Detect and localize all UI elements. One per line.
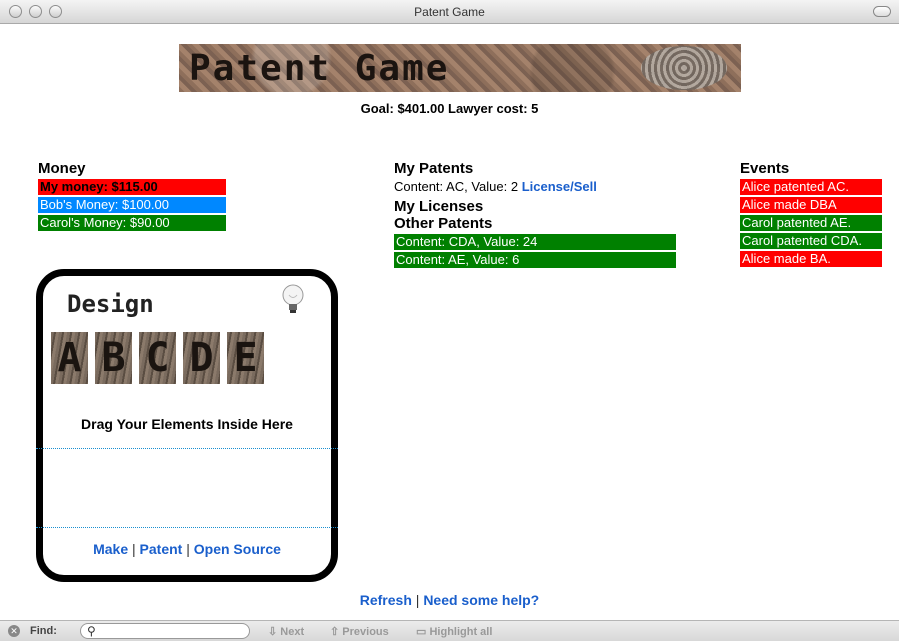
design-panel: Design A B C D E Drag Your Elements Insi… <box>36 269 338 582</box>
patent-link[interactable]: Patent <box>140 541 183 557</box>
my-patents-heading: My Patents <box>394 160 474 177</box>
separator: | <box>415 592 420 608</box>
event-item: Alice made BA. <box>740 251 882 267</box>
find-label: Find: <box>30 625 57 637</box>
events-heading: Events <box>740 160 790 177</box>
separator: | <box>186 541 190 557</box>
search-icon: ⚲ <box>87 624 96 638</box>
highlight-icon: ▭ <box>416 626 427 638</box>
design-title: Design <box>67 290 154 318</box>
my-licenses-heading: My Licenses <box>394 198 484 215</box>
element-tile-e[interactable]: E <box>227 332 264 384</box>
highlight-all-button[interactable]: ▭ Highlight all <box>416 625 492 638</box>
lightbulb-icon[interactable] <box>279 282 307 318</box>
down-arrow-icon: ⇩ <box>268 626 278 638</box>
window-title: Patent Game <box>414 5 485 19</box>
element-tile-a[interactable]: A <box>51 332 88 384</box>
up-arrow-icon: ⇧ <box>330 626 340 638</box>
event-item: Alice made DBA <box>740 197 882 213</box>
money-heading: Money <box>38 160 86 177</box>
element-tiles: A B C D E <box>51 332 264 384</box>
help-link[interactable]: Need some help? <box>423 592 539 608</box>
event-item: Carol patented CDA. <box>740 233 882 249</box>
refresh-link[interactable]: Refresh <box>360 592 412 608</box>
event-item: Alice patented AC. <box>740 179 882 195</box>
other-patent-item[interactable]: Content: AE, Value: 6 <box>394 252 676 268</box>
design-drop-zone[interactable] <box>36 448 338 528</box>
find-bar: ✕ Find: ⚲ ⇩ Next ⇧ Previous ▭ Highlight … <box>0 620 899 641</box>
open-source-link[interactable]: Open Source <box>194 541 281 557</box>
separator: | <box>132 541 136 557</box>
other-patent-item[interactable]: Content: CDA, Value: 24 <box>394 234 676 250</box>
find-previous-label: Previous <box>342 626 389 638</box>
find-next-label: Next <box>280 626 305 638</box>
banner-title: Patent Game <box>189 48 450 89</box>
element-tile-d[interactable]: D <box>183 332 220 384</box>
find-previous-button[interactable]: ⇧ Previous <box>330 625 389 638</box>
money-panel: Money My money: $115.00 Bob's Money: $10… <box>38 160 226 231</box>
toolbar-toggle-button[interactable] <box>873 6 891 17</box>
design-actions: Make | Patent | Open Source <box>43 541 331 557</box>
event-item: Carol patented AE. <box>740 215 882 231</box>
element-tile-b[interactable]: B <box>95 332 132 384</box>
bob-money-bar: Bob's Money: $100.00 <box>38 197 226 213</box>
bottom-links: Refresh | Need some help? <box>0 592 899 608</box>
close-find-icon[interactable]: ✕ <box>8 625 20 637</box>
find-input[interactable]: ⚲ <box>80 623 250 639</box>
make-link[interactable]: Make <box>93 541 128 557</box>
license-sell-link[interactable]: License/Sell <box>522 179 597 194</box>
my-money-bar: My money: $115.00 <box>38 179 226 195</box>
my-patent-text: Content: AC, Value: 2 <box>394 179 519 194</box>
other-patents-heading: Other Patents <box>394 215 493 232</box>
goal-line: Goal: $401.00 Lawyer cost: 5 <box>360 101 539 116</box>
spiral-decoration-icon <box>641 46 727 90</box>
highlight-all-label: Highlight all <box>429 626 493 638</box>
window-titlebar: Patent Game <box>0 0 899 24</box>
find-next-button[interactable]: ⇩ Next <box>268 625 304 638</box>
game-banner: Patent Game <box>179 44 741 92</box>
carol-money-bar: Carol's Money: $90.00 <box>38 215 226 231</box>
element-tile-c[interactable]: C <box>139 332 176 384</box>
drag-instruction: Drag Your Elements Inside Here <box>81 416 293 432</box>
my-patent-row: Content: AC, Value: 2 License/Sell <box>394 179 676 194</box>
patents-panel: My Patents Content: AC, Value: 2 License… <box>394 160 676 268</box>
events-panel: Events Alice patented AC. Alice made DBA… <box>740 160 882 267</box>
